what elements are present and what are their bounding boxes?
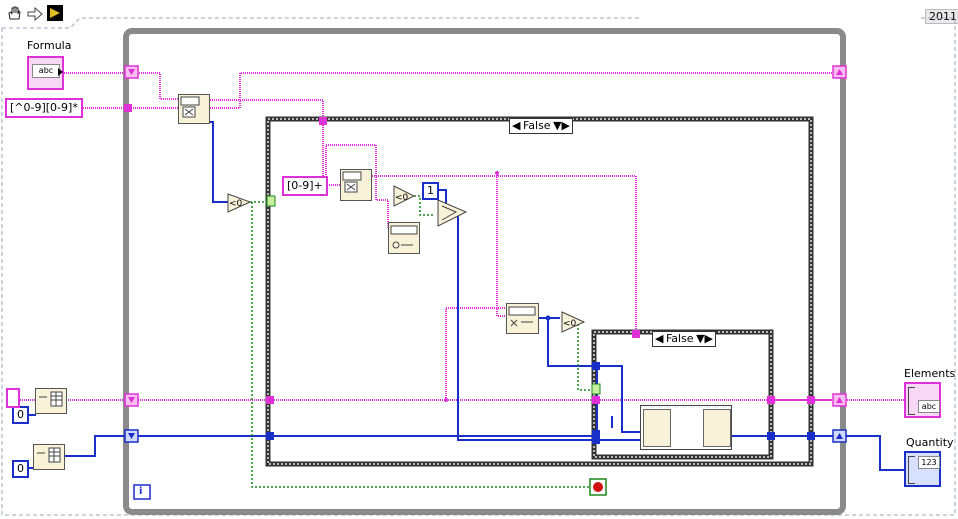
case-selector-label: False <box>522 119 551 132</box>
formula-control[interactable]: abc <box>27 56 64 90</box>
svg-text:<0: <0 <box>395 193 409 203</box>
initialize-array-node[interactable] <box>35 388 67 414</box>
case-decrement-icon[interactable]: ◀ <box>512 119 520 133</box>
numeric-constant-one[interactable]: 1 <box>422 182 439 200</box>
block-diagram: <0 <0 <0 + <box>1 17 956 516</box>
array-bracket-icon <box>908 456 915 484</box>
case-decrement-icon[interactable]: ◀ <box>655 332 663 346</box>
shift-register[interactable] <box>124 65 847 443</box>
elements-type-box: abc <box>918 400 940 413</box>
empty-string-constant[interactable] <box>6 388 20 408</box>
quantity-indicator[interactable]: 123 <box>904 451 941 487</box>
elements-label: Elements <box>904 367 956 380</box>
case-increment-icon[interactable]: ▼▶ <box>696 332 713 346</box>
svg-text:<0: <0 <box>229 199 243 209</box>
less-than-zero-node[interactable]: <0 <box>227 193 252 213</box>
case-increment-icon[interactable]: ▼▶ <box>553 119 570 133</box>
decimal-string-to-number-node[interactable] <box>388 222 420 254</box>
case-selector-label: False <box>665 332 694 345</box>
match-pattern-node[interactable] <box>340 169 372 201</box>
formula-label: Formula <box>27 39 72 52</box>
regex-constant-digits[interactable]: [0-9]+ <box>282 176 328 196</box>
numeric-constant-zero[interactable]: 0 <box>12 406 29 424</box>
elements-indicator[interactable]: abc <box>904 382 941 418</box>
less-than-zero-node[interactable]: <0 <box>393 185 416 207</box>
diagram-border <box>2 17 640 29</box>
formula-type-box: abc <box>32 64 60 78</box>
iteration-label: i <box>139 486 143 497</box>
array-node-inner[interactable] <box>640 405 732 450</box>
quantity-label: Quantity <box>906 436 954 449</box>
array-bracket-icon <box>908 387 915 415</box>
initialize-array-node[interactable] <box>33 444 65 470</box>
match-regex-node[interactable] <box>178 94 210 124</box>
terminal-arrow-icon <box>58 68 63 76</box>
index-array-node[interactable] <box>643 409 671 447</box>
svg-text:<0: <0 <box>563 319 577 329</box>
case-selector-inner[interactable]: ◀ False ▼▶ <box>652 331 716 347</box>
case-selector-outer[interactable]: ◀ False ▼▶ <box>509 118 573 134</box>
select-node[interactable] <box>437 199 468 227</box>
numeric-constant-zero[interactable]: 0 <box>12 460 29 478</box>
replace-array-node[interactable] <box>703 409 731 447</box>
search-split-string-node[interactable] <box>506 303 539 334</box>
less-than-zero-node[interactable]: <0 <box>561 311 586 333</box>
stop-terminal[interactable] <box>589 478 607 496</box>
quantity-type-box: 123 <box>918 456 940 469</box>
regex-constant-nondigit[interactable]: [^0-9][0-9]* <box>5 98 83 118</box>
